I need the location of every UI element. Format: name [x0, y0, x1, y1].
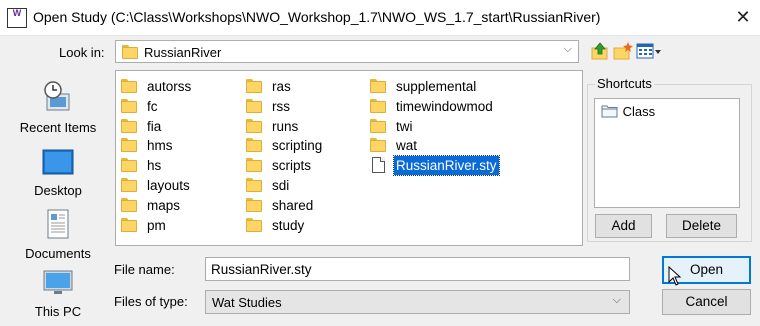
folder-icon	[246, 79, 262, 93]
file-icon	[372, 157, 385, 173]
view-menu-icon[interactable]	[636, 41, 662, 61]
delete-shortcut-button[interactable]: Delete	[666, 214, 737, 238]
folder-name: shared	[272, 198, 314, 213]
folder-name: sdi	[272, 178, 290, 193]
folder-name: supplemental	[396, 79, 477, 94]
app-icon: W	[7, 8, 27, 28]
folder-icon	[121, 178, 137, 192]
folder-icon	[121, 79, 137, 93]
file-type-label: Files of type:	[114, 294, 188, 309]
folder-icon	[121, 198, 137, 212]
recent-items-icon	[44, 81, 70, 111]
folder-icon	[246, 119, 262, 133]
folder-name: layouts	[147, 178, 190, 193]
folder-icon	[246, 158, 262, 172]
folder-icon	[246, 138, 262, 152]
folder-icon	[370, 79, 386, 93]
folder-icon	[370, 138, 386, 152]
folder-name: timewindowmod	[396, 99, 493, 114]
folder-icon	[121, 138, 137, 152]
cancel-button[interactable]: Cancel	[662, 289, 751, 315]
folder-name: fia	[147, 119, 162, 134]
place-label: This PC	[34, 304, 82, 319]
folder-name: study	[272, 218, 305, 233]
file-list[interactable]: autorss fc fia hms hs layouts maps pm ra…	[115, 70, 583, 246]
file-type-value: Wat Studies	[212, 295, 282, 310]
folder-name: pm	[147, 218, 166, 233]
folder-up-icon[interactable]	[590, 41, 610, 61]
file-type-dropdown[interactable]: Wat Studies ⌵	[205, 290, 630, 314]
folder-icon	[121, 119, 137, 133]
window-title: Open Study (C:\Class\Workshops\NWO_Works…	[33, 9, 601, 25]
place-label: Recent Items	[19, 120, 97, 135]
documents-icon	[47, 209, 69, 239]
folder-name: hs	[147, 158, 162, 173]
place-documents[interactable]: Documents	[10, 208, 106, 261]
folder-icon	[121, 99, 137, 113]
place-label: Desktop	[34, 183, 82, 198]
folder-icon	[246, 178, 262, 192]
folder-icon	[246, 99, 262, 113]
folder-icon	[246, 218, 262, 232]
chevron-down-icon: ⌵	[563, 43, 572, 55]
file-name: RussianRiver.sty	[393, 155, 500, 176]
place-desktop[interactable]: Desktop	[10, 147, 106, 198]
folder-name: maps	[147, 198, 181, 213]
folder-name: scripting	[272, 138, 323, 153]
folder-icon	[370, 119, 386, 133]
folder-outline-icon	[601, 105, 618, 118]
folder-name: twi	[396, 119, 413, 134]
app-icon-letter: W	[12, 8, 22, 18]
shortcut-label: Class	[622, 104, 656, 119]
close-button[interactable]: ✕	[726, 0, 760, 35]
desktop-icon	[42, 149, 74, 175]
folder-name: hms	[147, 138, 173, 153]
folder-name: rss	[272, 99, 290, 114]
chevron-down-icon: ⌵	[612, 294, 621, 306]
this-pc-icon	[43, 270, 73, 294]
folder-name: autorss	[147, 79, 192, 94]
folder-icon	[370, 99, 386, 113]
file-name-label: File name:	[114, 262, 175, 277]
look-in-value: RussianRiver	[144, 45, 222, 60]
folder-name: runs	[272, 119, 299, 134]
place-label: Documents	[25, 246, 91, 261]
shortcuts-title: Shortcuts	[595, 76, 654, 91]
folder-icon	[121, 158, 137, 172]
folder-icon	[121, 218, 137, 232]
folder-name: fc	[147, 99, 158, 114]
file-name-field[interactable]	[205, 257, 630, 281]
folder-icon	[246, 198, 262, 212]
folder-name: scripts	[272, 158, 312, 173]
look-in-dropdown[interactable]: RussianRiver ⌵	[115, 40, 579, 63]
mouse-cursor-icon	[668, 266, 682, 286]
folder-icon	[122, 45, 138, 59]
shortcut-item[interactable]: Class	[601, 104, 655, 119]
add-shortcut-button[interactable]: Add	[595, 214, 652, 238]
place-recent-items[interactable]: Recent Items	[10, 80, 106, 135]
folder-name: ras	[272, 79, 291, 94]
new-folder-icon[interactable]	[613, 41, 633, 61]
shortcuts-list[interactable]: Class	[594, 98, 740, 208]
place-this-pc[interactable]: This PC	[10, 268, 106, 319]
look-in-label: Look in:	[59, 45, 105, 60]
folder-name: wat	[396, 138, 418, 153]
